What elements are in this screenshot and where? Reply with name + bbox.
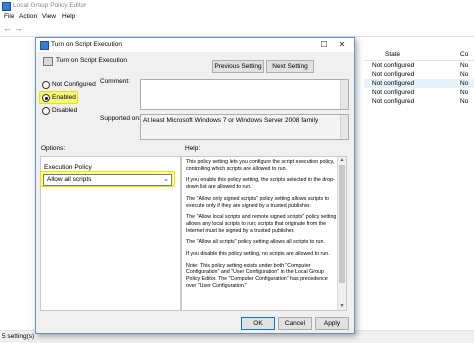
execution-policy-label: Execution Policy [44,164,92,171]
column-state[interactable]: State [385,51,400,58]
row-comment: No [460,71,469,78]
previous-setting-button[interactable]: Previous Setting [212,60,264,73]
policy-icon [40,41,49,50]
main-window-title: Local Group Policy Editor [13,2,87,9]
menu-action[interactable]: Action [19,13,37,20]
menu-bar: File Action View Help [0,12,474,22]
close-icon[interactable]: ✕ [334,39,350,51]
cancel-button[interactable]: Cancel [278,317,312,330]
list-row[interactable]: Not configured No [364,97,474,106]
row-state: Not configured [372,98,415,105]
list-row[interactable]: Not configured No [364,61,474,70]
menu-file[interactable]: File [4,13,14,20]
radio-enabled[interactable]: Enabled [42,93,107,103]
execution-policy-value: Allow all scripts [47,176,92,183]
maximize-icon[interactable]: ☐ [316,39,332,51]
list-header: State Co [364,50,474,61]
list-row[interactable]: Not configured No [364,88,474,97]
chevron-down-icon: ⌄ [163,176,169,183]
row-state: Not configured [372,62,415,69]
radio-label: Disabled [52,107,78,114]
comment-label: Comment: [100,78,130,85]
apply-button[interactable]: Apply [315,317,349,330]
main-title-bar: Local Group Policy Editor [0,0,474,12]
policy-dialog: Turn on Script Execution ☐ ✕ Turn on Scr… [35,37,355,334]
menu-view[interactable]: View [42,13,56,20]
options-label: Options: [41,145,66,152]
status-text: 5 setting(s) [2,333,35,340]
comment-scrollbar[interactable] [340,80,348,109]
radio-dot [42,107,50,115]
help-paragraph: The "Allow local scripts and remote sign… [186,214,337,234]
supported-on-label: Supported on: [100,115,141,122]
menu-help[interactable]: Help [62,13,75,20]
policy-setting-icon [43,57,53,66]
list-row[interactable]: Not configured No [364,70,474,79]
policy-editor-icon [2,2,11,11]
ok-button[interactable]: OK [241,317,275,330]
radio-disabled[interactable]: Disabled [42,106,107,116]
row-comment: No [460,89,469,96]
radio-label: Not Configured [52,81,96,88]
help-text: This policy setting lets you configure t… [186,159,337,295]
help-paragraph: This policy setting lets you configure t… [186,159,335,172]
help-label: Help: [185,145,201,152]
help-paragraph: If you disable this policy setting, no s… [186,251,330,258]
radio-label: Enabled [52,94,76,101]
supported-on-value: At least Microsoft Windows 7 or Windows … [143,117,319,124]
dialog-title: Turn on Script Execution [51,41,122,48]
list-row-selected[interactable]: Not configured No [364,79,474,88]
row-comment: No [460,98,469,105]
radio-not-configured[interactable]: Not Configured [42,80,107,90]
help-paragraph: Note: This policy setting exists under b… [186,262,328,289]
radio-dot [42,81,50,89]
execution-policy-dropdown[interactable]: Allow all scripts ⌄ [43,174,172,186]
policy-name-row: Turn on Script Execution [40,55,180,67]
help-panel: This policy setting lets you configure t… [181,156,347,311]
supported-on-box: At least Microsoft Windows 7 or Windows … [140,114,349,140]
supported-scrollbar[interactable] [340,115,348,139]
policy-name: Turn on Script Execution [56,57,127,64]
next-setting-button[interactable]: Next Setting [266,60,314,73]
scroll-thumb[interactable] [339,165,345,283]
comment-textarea[interactable] [140,79,349,110]
help-paragraph: If you enable this policy setting, the s… [186,177,335,191]
scroll-up-icon[interactable]: ▲ [338,157,346,164]
radio-dot-selected [42,94,50,102]
dialog-title-bar[interactable]: Turn on Script Execution ☐ ✕ [36,38,354,52]
column-comment[interactable]: Co [460,51,468,58]
scroll-down-icon[interactable]: ▼ [338,303,346,310]
row-state: Not configured [372,80,415,87]
row-state: Not configured [372,71,415,78]
row-comment: No [460,80,469,87]
help-scrollbar[interactable]: ▲ ▼ [337,157,346,310]
row-state: Not configured [372,89,415,96]
toolbar: ← → [0,22,474,37]
forward-arrow-icon[interactable]: → [14,24,23,33]
help-paragraph: The "Allow only signed scripts" policy s… [186,195,330,209]
back-arrow-icon[interactable]: ← [3,24,12,33]
row-comment: No [460,62,469,69]
help-paragraph: The "Allow all scripts" policy setting a… [186,239,325,246]
